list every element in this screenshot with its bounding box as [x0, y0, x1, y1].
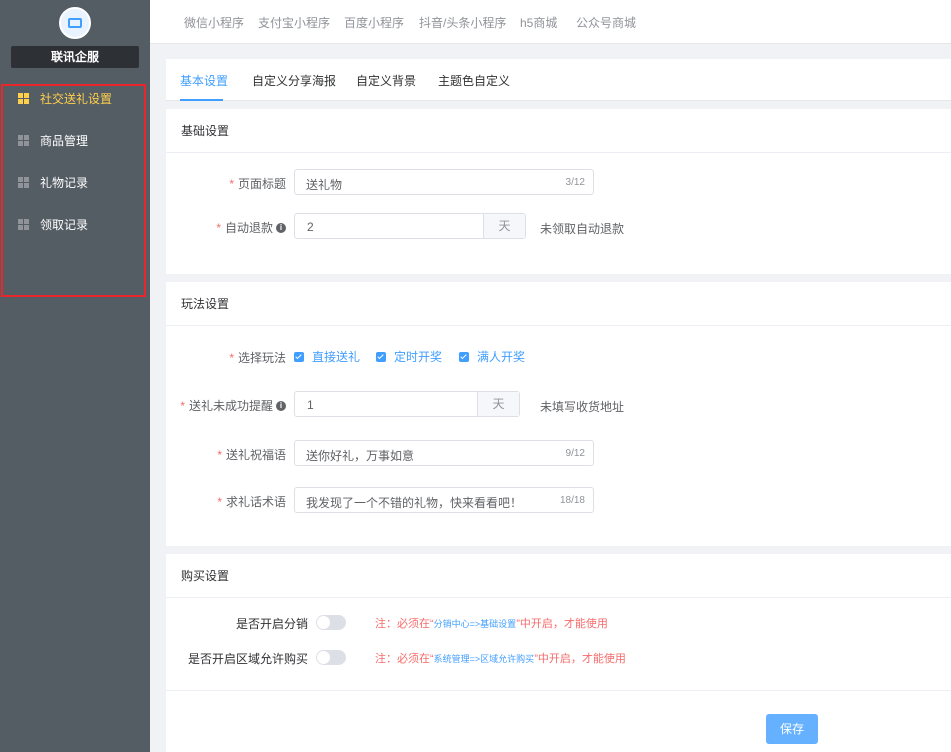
field-hint: 未填写收货地址	[540, 400, 625, 414]
pitch-input[interactable]: 我发现了一个不错的礼物，快来看看吧！ 18/18	[294, 487, 594, 513]
grid-icon	[18, 92, 29, 104]
tab-active-indicator	[180, 99, 223, 101]
nav-alipay-mini[interactable]: 支付宝小程序	[258, 14, 330, 31]
check-icon	[376, 351, 386, 362]
check-icon	[294, 351, 304, 362]
nav-baidu-mini[interactable]: 百度小程序	[344, 14, 404, 31]
field-label: 选择玩法	[237, 351, 286, 365]
nav-wechat-mini[interactable]: 微信小程序	[184, 14, 244, 31]
tab-theme-color[interactable]: 主题色自定义	[438, 72, 510, 89]
sidebar: 联讯企服 社交送礼设置 商品管理 礼物记录 领取记录	[0, 0, 150, 752]
save-button[interactable]: 保存	[766, 714, 818, 744]
top-nav: 微信小程序 支付宝小程序 百度小程序 抖音/头条小程序 h5商城 公众号商城	[150, 0, 951, 44]
distribution-row: 是否开启分销 注：必须在“分销中心=>基础设置”中开启，才能使用	[166, 613, 951, 633]
sidebar-item-label: 社交送礼设置	[40, 91, 113, 106]
logo-icon	[59, 7, 91, 39]
card-title: 购买设置	[166, 554, 951, 598]
info-icon[interactable]: i	[276, 400, 286, 411]
basic-settings-card: 基础设置 * 页面标题 送礼物 3/12 * 自动退款 i 2 天 未领取自动退款	[166, 109, 951, 274]
sidebar-item-gift-records[interactable]: 礼物记录	[18, 172, 88, 192]
field-label: 是否开启分销	[235, 617, 308, 631]
info-icon[interactable]: i	[276, 222, 286, 233]
main-content: 基本设置 自定义分享海报 自定义背景 主题色自定义 基础设置 * 页面标题 送礼物…	[166, 59, 951, 752]
nav-h5-mall[interactable]: h5商城	[520, 14, 557, 31]
field-label: 求礼话术语	[225, 495, 286, 509]
distribution-switch[interactable]	[316, 615, 346, 630]
sidebar-item-claim-records[interactable]: 领取记录	[18, 214, 88, 234]
tabs: 基本设置 自定义分享海报 自定义背景 主题色自定义	[166, 59, 951, 101]
char-count: 9/12	[565, 448, 585, 459]
checkbox-full-draw[interactable]: 满人开奖	[459, 348, 525, 365]
play-mode-row: * 选择玩法 直接送礼 定时开奖 满人开奖	[229, 348, 526, 365]
field-label: 页面标题	[237, 177, 286, 191]
field-label: 送礼祝福语	[225, 448, 286, 462]
footer-bar: 保存	[166, 690, 951, 752]
auto-refund-row: * 自动退款 i 2 天 未领取自动退款	[166, 213, 951, 239]
region-row: 是否开启区域允许购买 注：必须在“系统管理=>区域允许购买”中开启，才能使用	[166, 648, 951, 668]
grid-icon	[18, 176, 29, 188]
char-count: 3/12	[565, 177, 585, 188]
field-label: 是否开启区域允许购买	[187, 652, 308, 666]
blessing-input[interactable]: 送你好礼，万事如意 9/12	[294, 440, 594, 466]
region-switch[interactable]	[316, 650, 346, 665]
brand-name: 联讯企服	[11, 46, 139, 68]
unit-label: 天	[483, 214, 525, 238]
sidebar-item-gift-settings[interactable]: 社交送礼设置	[18, 88, 112, 108]
tab-background[interactable]: 自定义背景	[356, 72, 416, 89]
remind-row: * 送礼未成功提醒 i 1 天 未填写收货地址	[166, 391, 951, 417]
field-label: 自动退款	[224, 221, 273, 235]
blessing-row: * 送礼祝福语 送你好礼，万事如意 9/12	[166, 440, 951, 466]
pitch-row: * 求礼话术语 我发现了一个不错的礼物，快来看看吧！ 18/18	[166, 487, 951, 513]
play-settings-card: 玩法设置 * 选择玩法 直接送礼 定时开奖 满人开奖 * 送礼未成功提醒 i 1 天 …	[166, 282, 951, 546]
sidebar-item-label: 商品管理	[40, 133, 89, 148]
field-label: 送礼未成功提醒	[188, 399, 273, 413]
tab-basic[interactable]: 基本设置	[180, 72, 228, 89]
nav-official-mall[interactable]: 公众号商城	[576, 14, 636, 31]
char-count: 18/18	[559, 495, 585, 506]
page-title-row: * 页面标题 送礼物 3/12	[166, 169, 951, 195]
note-link[interactable]: 系统管理=>区域允许购买	[434, 654, 535, 664]
tab-share-poster[interactable]: 自定义分享海报	[252, 72, 336, 89]
page-title-input[interactable]: 送礼物 3/12	[294, 169, 594, 195]
unit-label: 天	[477, 392, 519, 416]
field-hint: 未领取自动退款	[540, 222, 625, 236]
check-icon	[459, 351, 469, 362]
note-link[interactable]: 分销中心=>基础设置	[434, 619, 517, 629]
card-title: 基础设置	[166, 109, 951, 153]
region-note: 注：必须在“系统管理=>区域允许购买”中开启，才能使用	[375, 653, 626, 665]
nav-douyin-mini[interactable]: 抖音/头条小程序	[419, 14, 506, 31]
remind-input[interactable]: 1 天	[294, 391, 520, 417]
card-title: 玩法设置	[166, 282, 951, 326]
sidebar-item-goods[interactable]: 商品管理	[18, 130, 88, 150]
grid-icon	[18, 134, 29, 146]
auto-refund-input[interactable]: 2 天	[294, 213, 526, 239]
grid-icon	[18, 218, 29, 230]
checkbox-direct-gift[interactable]: 直接送礼	[294, 348, 360, 365]
sidebar-item-label: 礼物记录	[40, 175, 89, 190]
sidebar-item-label: 领取记录	[40, 217, 89, 232]
distribution-note: 注：必须在“分销中心=>基础设置”中开启，才能使用	[375, 618, 608, 630]
checkbox-timed-draw[interactable]: 定时开奖	[376, 348, 442, 365]
